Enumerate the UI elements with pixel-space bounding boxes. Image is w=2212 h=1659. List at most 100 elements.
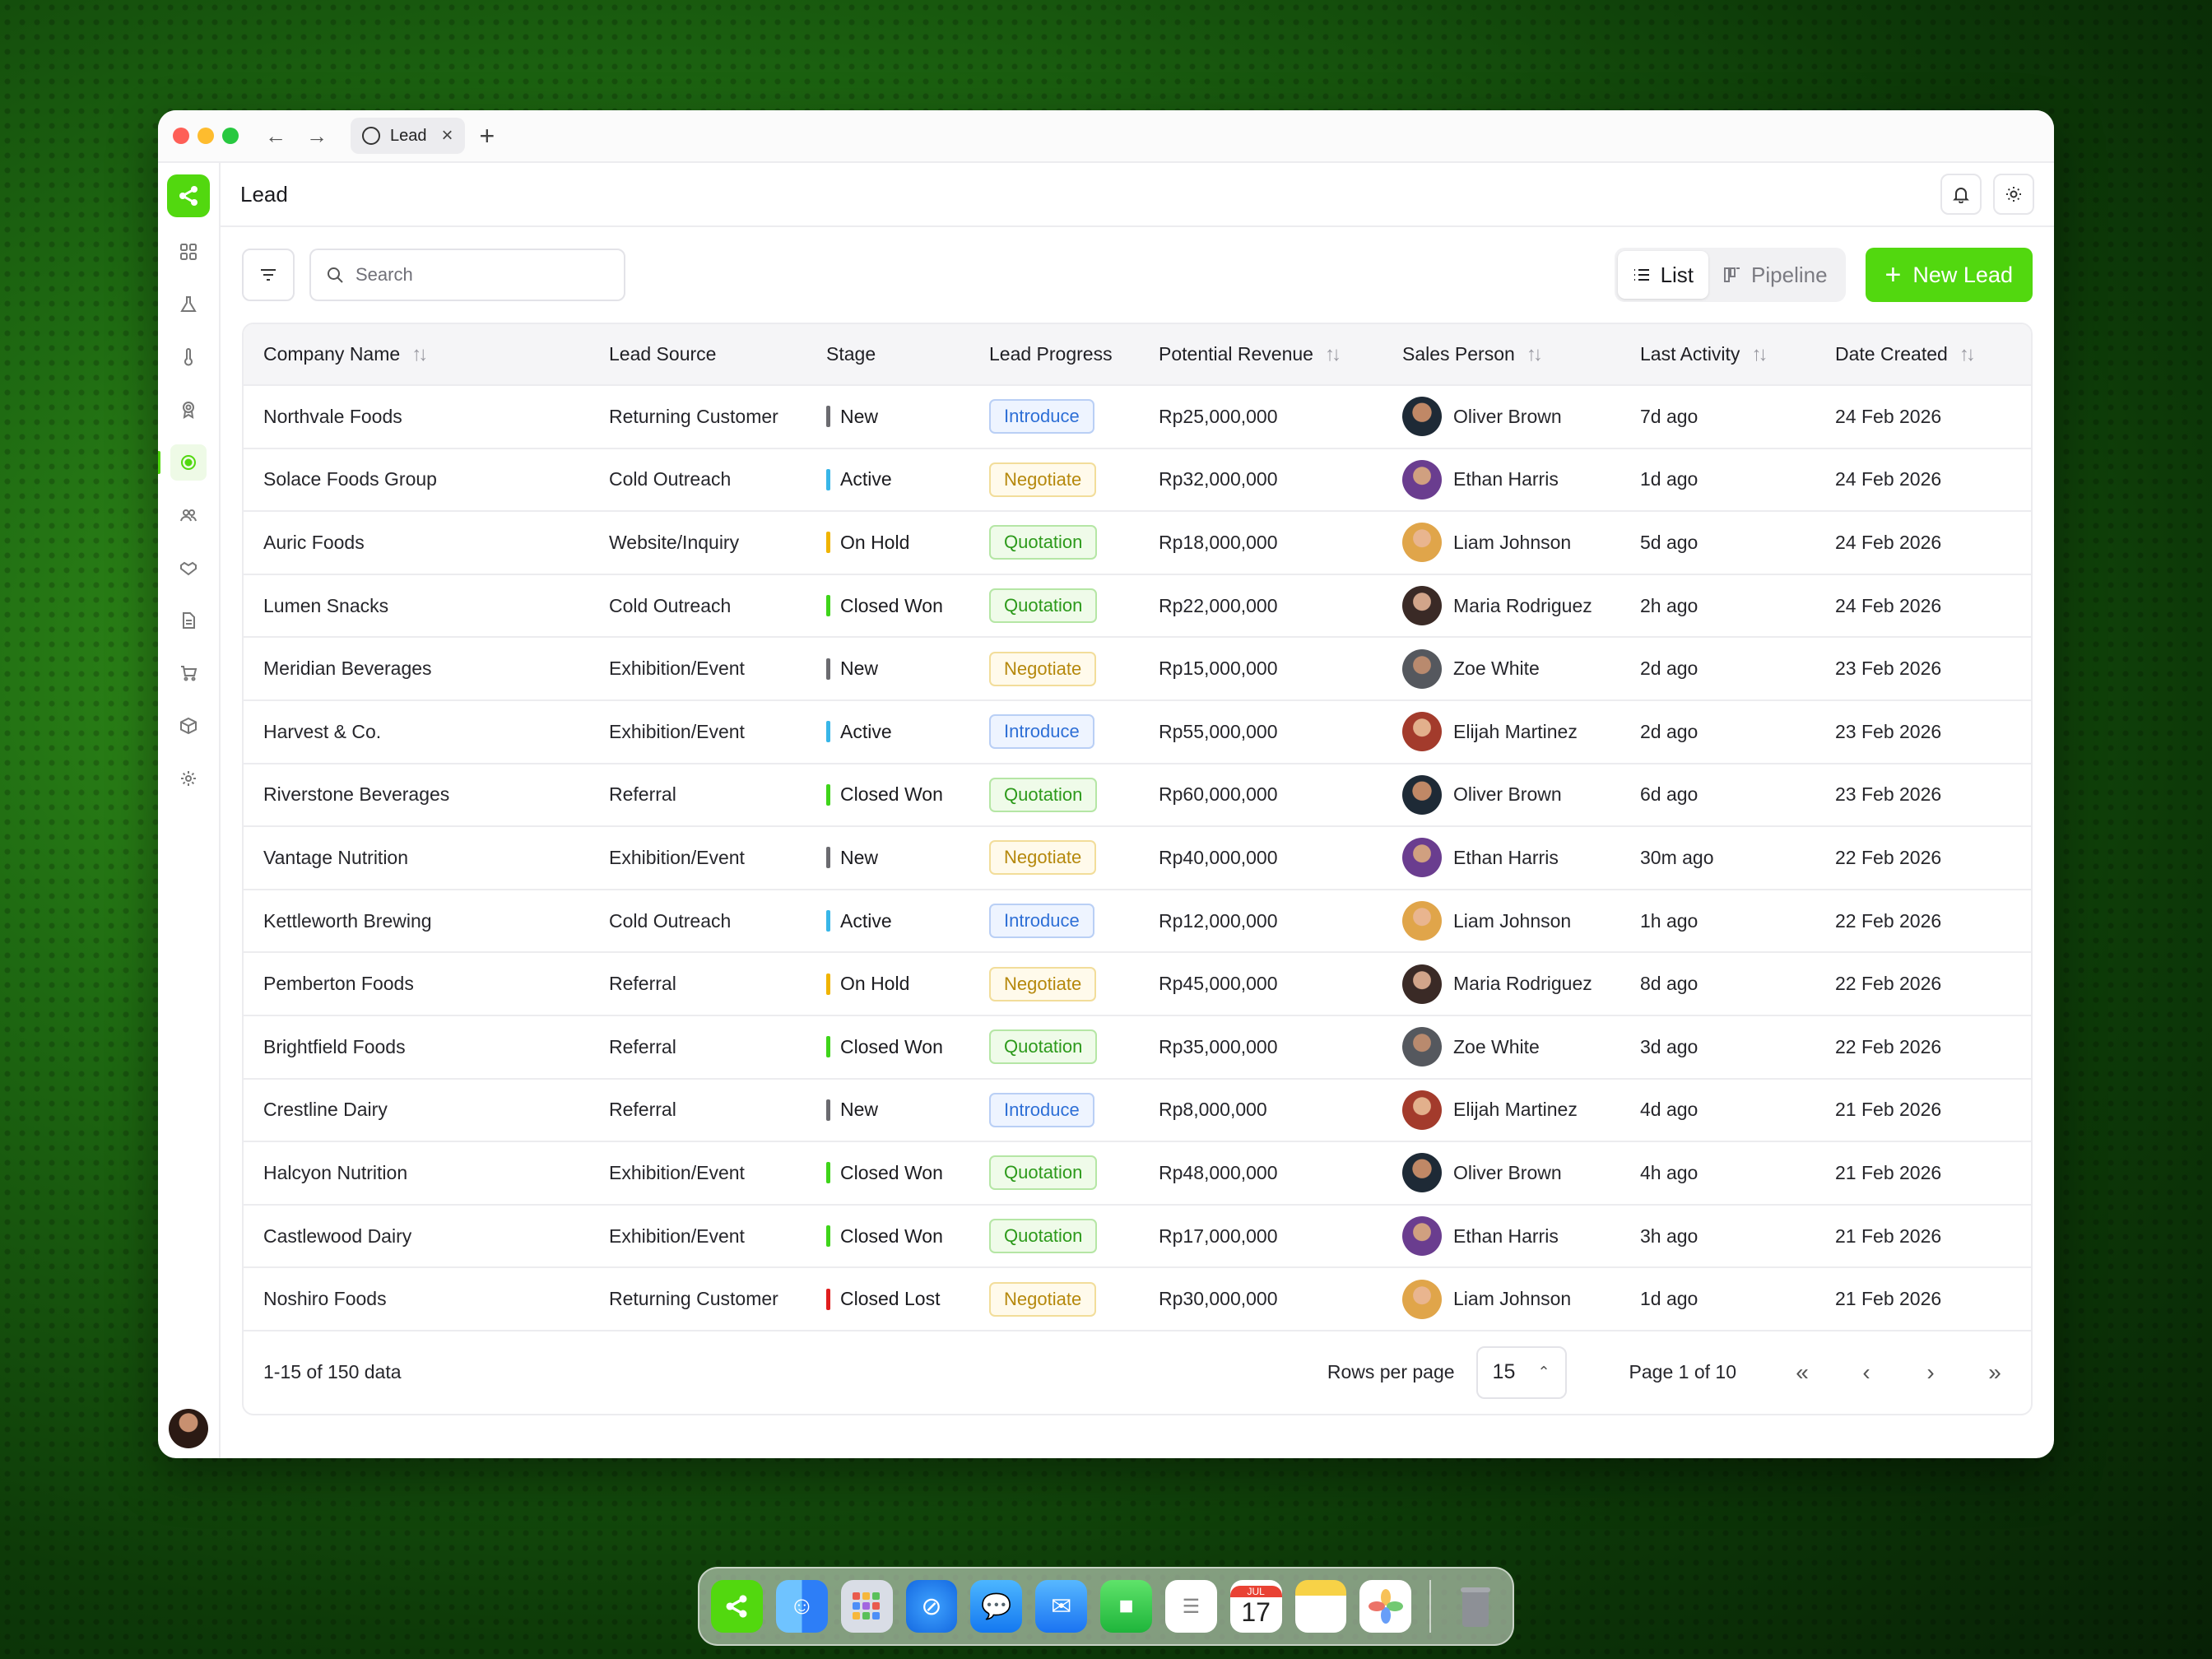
source-cell: Exhibition/Event (589, 1141, 806, 1206)
sales-person-cell: Elijah Martinez (1382, 1078, 1620, 1143)
progress-badge: Quotation (989, 1219, 1098, 1254)
chevron-updown-icon: ⌃ (1537, 1364, 1550, 1381)
theme-toggle-button[interactable] (1993, 174, 2034, 215)
close-tab-icon[interactable]: × (442, 124, 453, 147)
reminders-icon[interactable]: ☰ (1164, 1580, 1217, 1633)
list-view-button[interactable]: List (1617, 251, 1709, 299)
flask-icon[interactable] (170, 286, 207, 323)
sort-icon[interactable]: ↑↓ (1527, 343, 1543, 365)
table-row[interactable]: Solace Foods Group Cold Outreach Active Neg… (244, 448, 2031, 513)
toolbar-left (242, 249, 625, 301)
app-logo-icon[interactable] (167, 174, 210, 217)
box-icon[interactable] (170, 708, 207, 744)
next-page-icon[interactable]: › (1914, 1359, 1947, 1386)
date-created-cell: 23 Feb 2026 (1815, 763, 2031, 828)
progress-cell: Quotation (969, 511, 1139, 575)
cart-icon[interactable] (170, 655, 207, 691)
sort-icon[interactable]: ↑↓ (1325, 343, 1341, 365)
stage-cell: Active (806, 889, 969, 954)
user-avatar[interactable] (169, 1409, 208, 1448)
progress-cell: Quotation (969, 763, 1139, 828)
avatar (1402, 523, 1442, 563)
notification-button[interactable] (1940, 174, 1982, 215)
avatar (1402, 1279, 1442, 1319)
facetime-icon[interactable]: ■ (1100, 1580, 1152, 1633)
col-stage: Stage (806, 324, 969, 386)
progress-cell: Negotiate (969, 952, 1139, 1016)
avatar (1402, 648, 1442, 689)
progress-cell: Quotation (969, 1015, 1139, 1080)
col-potential-revenue[interactable]: Potential Revenue ↑↓ (1139, 324, 1382, 386)
col-date-created[interactable]: Date Created ↑↓ (1815, 324, 2031, 386)
search-box[interactable] (309, 249, 625, 301)
forward-arrow-icon[interactable]: → (304, 123, 329, 149)
col-last-activity[interactable]: Last Activity ↑↓ (1620, 324, 1815, 386)
photos-icon[interactable] (1359, 1580, 1412, 1633)
table-row[interactable]: Noshiro Foods Returning Customer Closed Lo… (244, 1267, 2031, 1331)
lead-icon[interactable] (158, 444, 207, 481)
app-logo-icon[interactable] (711, 1580, 763, 1633)
table-row[interactable]: Halcyon Nutrition Exhibition/Event Closed … (244, 1141, 2031, 1206)
finder-icon[interactable]: ☺ (775, 1580, 828, 1633)
stage-indicator (826, 973, 830, 995)
col-company-name[interactable]: Company Name ↑↓ (244, 324, 589, 386)
table-row[interactable]: Castlewood Dairy Exhibition/Event Closed W… (244, 1204, 2031, 1269)
table-row[interactable]: Riverstone Beverages Referral Closed Won Qu… (244, 763, 2031, 828)
table-row[interactable]: Vantage Nutrition Exhibition/Event New Nego… (244, 826, 2031, 890)
last-page-icon[interactable]: » (1978, 1359, 2011, 1386)
calendar-icon[interactable]: JUL 17 (1229, 1580, 1282, 1633)
col-sales-person[interactable]: Sales Person ↑↓ (1382, 324, 1620, 386)
table-row[interactable]: Northvale Foods Returning Customer New Intr… (244, 385, 2031, 449)
maximize-window-button[interactable] (222, 128, 239, 144)
pipeline-view-button[interactable]: Pipeline (1708, 251, 1843, 299)
table-row[interactable]: Kettleworth Brewing Cold Outreach Active In… (244, 889, 2031, 954)
search-input[interactable] (356, 264, 602, 286)
table-row[interactable]: Brightfield Foods Referral Closed Won Quota… (244, 1015, 2031, 1080)
new-lead-button[interactable]: + New Lead (1865, 248, 2033, 302)
sales-person-name: Maria Rodriguez (1453, 594, 1592, 616)
handshake-icon[interactable] (170, 550, 207, 586)
launchpad-icon[interactable] (840, 1580, 893, 1633)
filter-button[interactable] (242, 249, 295, 301)
stage-label: Closed Won (840, 1224, 943, 1247)
browser-tab[interactable]: Lead × (351, 118, 465, 154)
trash-icon[interactable] (1449, 1580, 1501, 1633)
table-row[interactable]: Crestline Dairy Referral New Introduce Rp8,0… (244, 1078, 2031, 1143)
notes-icon[interactable] (1294, 1580, 1347, 1633)
stage-cell: Active (806, 699, 969, 764)
document-icon[interactable] (170, 602, 207, 639)
table-row[interactable]: Harvest & Co. Exhibition/Event Active Intro… (244, 699, 2031, 764)
award-icon[interactable] (170, 392, 207, 428)
close-window-button[interactable] (173, 128, 189, 144)
date-created-cell: 22 Feb 2026 (1815, 1015, 2031, 1080)
progress-cell: Introduce (969, 699, 1139, 764)
filter-icon (261, 269, 276, 281)
rows-per-page-select[interactable]: 15 ⌃ (1475, 1345, 1567, 1399)
gear-icon[interactable] (170, 760, 207, 797)
safari-icon[interactable]: ⊘ (905, 1580, 958, 1633)
users-icon[interactable] (170, 497, 207, 533)
sales-person-cell: Liam Johnson (1382, 511, 1620, 575)
table-row[interactable]: Auric Foods Website/Inquiry On Hold Quotati… (244, 511, 2031, 575)
revenue-cell: Rp30,000,000 (1139, 1267, 1382, 1331)
sort-icon[interactable]: ↑↓ (411, 343, 428, 365)
sales-person-name: Ethan Harris (1453, 1224, 1559, 1247)
table-row[interactable]: Pemberton Foods Referral On Hold Negotiate R… (244, 952, 2031, 1016)
stage-label: Closed Won (840, 783, 943, 806)
minimize-window-button[interactable] (198, 128, 214, 144)
messages-icon[interactable]: 💬 (970, 1580, 1023, 1633)
source-cell: Returning Customer (589, 385, 806, 449)
table-row[interactable]: Meridian Beverages Exhibition/Event New Neg… (244, 637, 2031, 701)
prev-page-icon[interactable]: ‹ (1850, 1359, 1883, 1386)
sort-icon[interactable]: ↑↓ (1959, 343, 1976, 365)
source-cell: Exhibition/Event (589, 826, 806, 890)
new-tab-button[interactable]: + (480, 121, 495, 151)
dashboard-icon[interactable] (170, 234, 207, 270)
source-cell: Returning Customer (589, 1267, 806, 1331)
back-arrow-icon[interactable]: ← (263, 123, 288, 149)
table-row[interactable]: Lumen Snacks Cold Outreach Closed Won Quota… (244, 574, 2031, 639)
thermometer-icon[interactable] (170, 339, 207, 375)
sort-icon[interactable]: ↑↓ (1751, 343, 1768, 365)
first-page-icon[interactable]: « (1786, 1359, 1819, 1386)
mail-icon[interactable]: ✉ (1035, 1580, 1088, 1633)
